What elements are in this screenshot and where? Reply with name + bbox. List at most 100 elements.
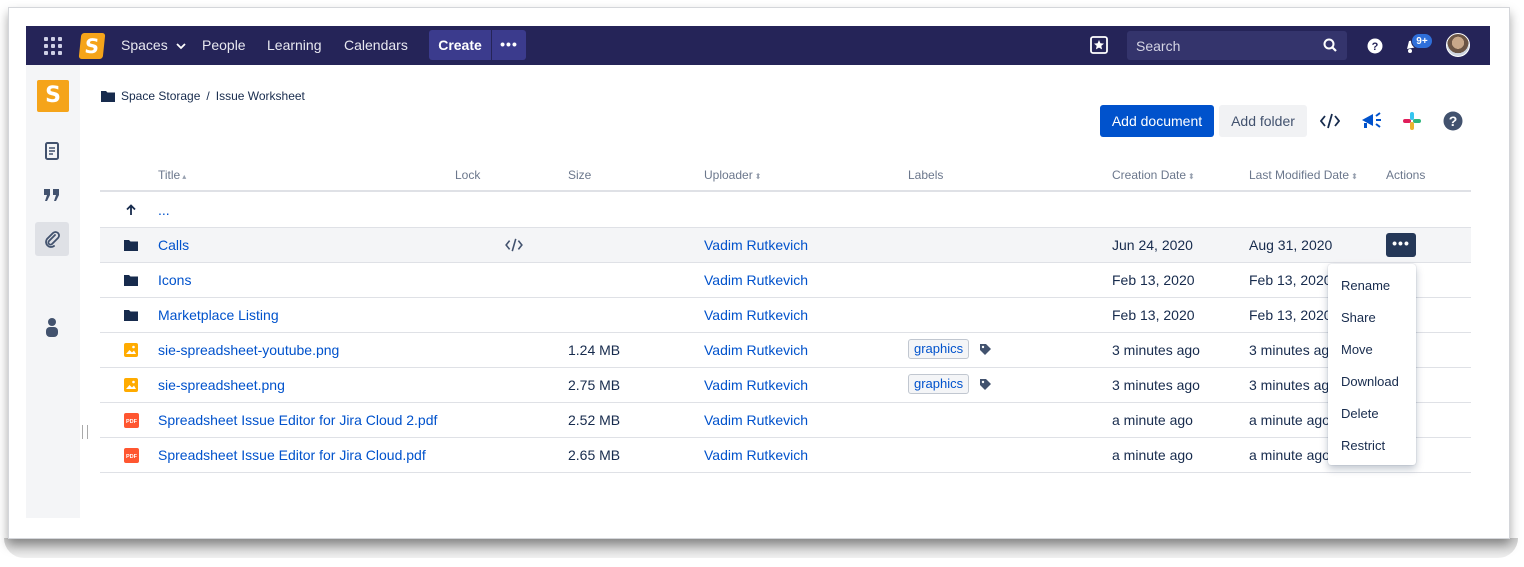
search-input[interactable] bbox=[1127, 31, 1317, 60]
parent-folder-row[interactable]: ... bbox=[100, 193, 1471, 228]
column-title[interactable]: Title ▴ bbox=[158, 168, 186, 182]
tag-icon[interactable] bbox=[979, 378, 992, 391]
tag-icon[interactable] bbox=[979, 343, 992, 356]
file-title-link[interactable]: Calls bbox=[158, 228, 189, 262]
breadcrumb: Space Storage / Issue Worksheet bbox=[101, 88, 305, 104]
search-icon[interactable] bbox=[1323, 38, 1337, 52]
uploader-link[interactable]: Vadim Rutkevich bbox=[704, 228, 808, 262]
slack-icon bbox=[1403, 112, 1421, 130]
pdf-file-icon: PDF bbox=[124, 413, 139, 428]
announcement-button[interactable] bbox=[1360, 110, 1382, 132]
menu-item-download[interactable]: Download bbox=[1328, 366, 1416, 398]
confluence-logo[interactable]: S bbox=[78, 33, 106, 59]
parent-folder-link[interactable]: ... bbox=[158, 193, 170, 227]
column-uploader[interactable]: Uploader ⬍ bbox=[704, 168, 761, 182]
menu-item-restrict[interactable]: Restrict bbox=[1328, 430, 1416, 462]
file-title-link[interactable]: Spreadsheet Issue Editor for Jira Cloud.… bbox=[158, 438, 426, 472]
table-header: Title ▴ Lock Size Uploader ⬍ Labels Creati… bbox=[100, 160, 1471, 192]
svg-text:?: ? bbox=[1449, 113, 1458, 129]
help-icon[interactable]: ? bbox=[1367, 38, 1383, 54]
table-row[interactable]: PDF Spreadsheet Issue Editor for Jira Cl… bbox=[100, 438, 1471, 473]
nav-calendars[interactable]: Calendars bbox=[344, 26, 408, 65]
breadcrumb-current: Issue Worksheet bbox=[215, 89, 305, 103]
column-labels: Labels bbox=[908, 168, 944, 182]
creation-date: Feb 13, 2020 bbox=[1112, 307, 1195, 323]
add-folder-button[interactable]: Add folder bbox=[1219, 105, 1307, 137]
menu-item-rename[interactable]: Rename bbox=[1328, 270, 1416, 302]
image-file-icon bbox=[124, 378, 138, 392]
image-file-icon bbox=[124, 343, 138, 357]
folder-icon bbox=[101, 91, 115, 102]
modified-date: 3 minutes ago bbox=[1249, 377, 1337, 393]
megaphone-icon bbox=[1362, 112, 1381, 128]
table-row[interactable]: Icons Vadim Rutkevich Feb 13, 2020 Feb 1… bbox=[100, 263, 1471, 298]
slack-button[interactable] bbox=[1401, 110, 1423, 132]
file-title-link[interactable]: Icons bbox=[158, 263, 191, 297]
uploader-link[interactable]: Vadim Rutkevich bbox=[704, 438, 808, 472]
folder-icon bbox=[124, 275, 138, 286]
add-document-button[interactable]: Add document bbox=[1100, 105, 1214, 137]
uploader-link[interactable]: Vadim Rutkevich bbox=[704, 298, 808, 332]
uploader-link[interactable]: Vadim Rutkevich bbox=[704, 368, 808, 402]
avatar[interactable] bbox=[1446, 33, 1470, 57]
file-size: 2.65 MB bbox=[568, 447, 621, 463]
creation-date: a minute ago bbox=[1112, 447, 1193, 463]
top-navigation: S Spaces People Learning Calendars Creat… bbox=[26, 26, 1490, 65]
column-last-modified[interactable]: Last Modified Date ⬍ bbox=[1249, 168, 1358, 182]
sidebar-item-attachments[interactable] bbox=[35, 222, 69, 256]
help-button[interactable]: ? bbox=[1442, 110, 1464, 132]
sidebar-item-people[interactable] bbox=[35, 310, 69, 344]
table-row[interactable]: Calls Vadim Rutkevich Jun 24, 2020 Aug 3… bbox=[100, 228, 1471, 263]
table-row[interactable]: Marketplace Listing Vadim Rutkevich Feb … bbox=[100, 298, 1471, 333]
person-icon bbox=[46, 318, 58, 337]
file-title-link[interactable]: sie-spreadsheet-youtube.png bbox=[158, 333, 339, 367]
sort-icon: ⬍ bbox=[1188, 172, 1195, 181]
creation-date: 3 minutes ago bbox=[1112, 342, 1200, 358]
breadcrumb-root[interactable]: Space Storage bbox=[121, 89, 200, 103]
nav-people[interactable]: People bbox=[202, 26, 246, 65]
starred-icon[interactable] bbox=[1090, 36, 1108, 54]
actions-menu-button[interactable]: ••• bbox=[1386, 233, 1416, 257]
file-title-link[interactable]: sie-spreadsheet.png bbox=[158, 368, 285, 402]
app-switcher-icon[interactable] bbox=[44, 37, 62, 55]
label-tag[interactable]: graphics bbox=[908, 374, 970, 394]
sidebar-item-blog[interactable] bbox=[35, 178, 69, 212]
file-size: 2.75 MB bbox=[568, 377, 621, 393]
chevron-down-icon bbox=[175, 43, 186, 50]
label-tag[interactable]: graphics bbox=[908, 339, 970, 359]
column-creation-date[interactable]: Creation Date ⬍ bbox=[1112, 168, 1195, 182]
menu-item-move[interactable]: Move bbox=[1328, 334, 1416, 366]
breadcrumb-separator: / bbox=[206, 89, 210, 103]
creation-date: a minute ago bbox=[1112, 412, 1193, 428]
embed-code-button[interactable] bbox=[1319, 110, 1341, 132]
file-title-link[interactable]: Marketplace Listing bbox=[158, 298, 279, 332]
sort-asc-icon: ▴ bbox=[182, 172, 187, 181]
modified-date: a minute ago bbox=[1249, 412, 1330, 428]
file-title-link[interactable]: Spreadsheet Issue Editor for Jira Cloud … bbox=[158, 403, 437, 437]
space-logo[interactable]: S bbox=[37, 80, 69, 112]
nav-learning[interactable]: Learning bbox=[267, 26, 322, 65]
table-row[interactable]: PDF Spreadsheet Issue Editor for Jira Cl… bbox=[100, 403, 1471, 438]
menu-item-share[interactable]: Share bbox=[1328, 302, 1416, 334]
uploader-link[interactable]: Vadim Rutkevich bbox=[704, 263, 808, 297]
table-row[interactable]: sie-spreadsheet.png 2.75 MB Vadim Rutkev… bbox=[100, 368, 1471, 403]
uploader-link[interactable]: Vadim Rutkevich bbox=[704, 403, 808, 437]
folder-icon bbox=[124, 240, 138, 251]
sidebar-resize-handle[interactable] bbox=[82, 425, 88, 439]
create-button[interactable]: Create bbox=[429, 30, 491, 60]
create-more-button[interactable]: ••• bbox=[492, 30, 526, 60]
table-row[interactable]: sie-spreadsheet-youtube.png 1.24 MB Vadi… bbox=[100, 333, 1471, 368]
menu-item-delete[interactable]: Delete bbox=[1328, 398, 1416, 430]
code-icon[interactable] bbox=[505, 238, 523, 252]
svg-text:PDF: PDF bbox=[126, 419, 138, 425]
uploader-link[interactable]: Vadim Rutkevich bbox=[704, 333, 808, 367]
file-size: 2.52 MB bbox=[568, 412, 621, 428]
search-box[interactable] bbox=[1127, 31, 1347, 60]
sidebar-item-pages[interactable] bbox=[35, 134, 69, 168]
folder-icon bbox=[124, 310, 138, 321]
code-icon bbox=[1320, 113, 1340, 129]
nav-spaces[interactable]: Spaces bbox=[121, 26, 186, 65]
help-icon: ? bbox=[1443, 111, 1463, 131]
modified-date: 3 minutes ago bbox=[1249, 342, 1337, 358]
modified-date: Feb 13, 2020 bbox=[1249, 272, 1332, 288]
